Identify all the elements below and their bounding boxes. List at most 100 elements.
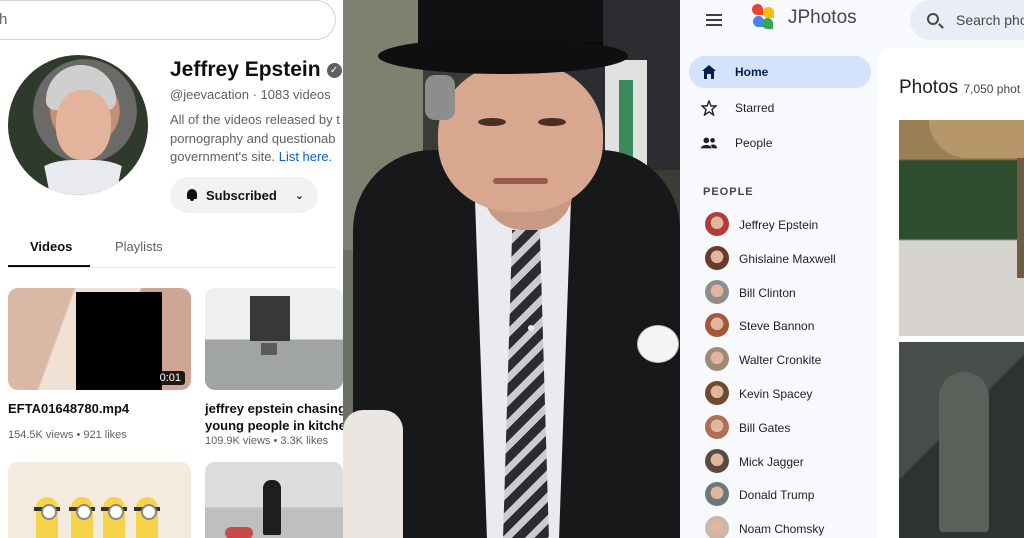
search-text: h — [0, 11, 8, 28]
subscribed-label: Subscribed — [206, 187, 277, 203]
thumbnail-detail — [250, 296, 290, 341]
people-icon — [701, 137, 717, 149]
chevron-down-icon: ⌄ — [294, 189, 305, 202]
person-name: Noam Chomsky — [739, 522, 825, 536]
photo-enclosure-badge — [637, 325, 679, 363]
search-icon — [927, 13, 939, 25]
photo-background-figure — [619, 80, 633, 160]
person-name: Jeffrey Epstein — [739, 218, 819, 232]
desc-line: All of the videos released by t — [170, 112, 340, 127]
photos-count: 7,050 phot — [963, 82, 1021, 96]
video-thumbnail[interactable] — [8, 462, 191, 538]
photo-detail — [1017, 158, 1024, 278]
video-stats: 109.9K views • 3.3K likes — [205, 435, 329, 447]
channel-name: Jeffrey Epstein ✓ — [170, 58, 342, 82]
bell-icon — [186, 189, 198, 201]
tab-videos[interactable]: Videos — [30, 239, 72, 254]
portrait-photo — [343, 0, 680, 538]
channel-description[interactable]: All of the videos released by t pornogra… — [170, 111, 340, 167]
video-thumbnail[interactable]: 0:01 — [8, 288, 191, 390]
video-thumbnail[interactable] — [205, 288, 343, 390]
desc-line: pornography and questionab — [170, 130, 336, 146]
avatar — [705, 347, 729, 371]
nav-label: People — [735, 136, 773, 150]
screenshot-collage: h Jeffrey Epstein ✓ @jeevacation · 1083 v… — [0, 0, 1024, 538]
photos-content: Photos 7,050 phot — [877, 48, 1024, 538]
person-name: Bill Gates — [739, 421, 791, 435]
avatar — [705, 516, 729, 538]
photo-tile[interactable] — [899, 120, 1024, 336]
tab-playlists[interactable]: Playlists — [115, 239, 163, 254]
people-section-heading: PEOPLE — [703, 186, 754, 198]
nav-starred[interactable]: Starred — [689, 92, 871, 124]
jphotos-logo-icon — [752, 4, 774, 30]
photo-hat-brim — [378, 38, 628, 74]
avatar-shirt — [43, 160, 123, 195]
verified-icon: ✓ — [326, 63, 342, 78]
list-link[interactable]: List here. — [279, 149, 332, 164]
person-name: Kevin Spacey — [739, 387, 813, 401]
photo-head — [438, 62, 603, 212]
video-thumbnail[interactable] — [205, 462, 343, 538]
star-icon — [701, 100, 717, 116]
video-title-line: jeffrey epstein chasing — [205, 401, 343, 416]
active-tab-indicator — [8, 265, 90, 267]
redaction-box — [76, 292, 162, 390]
person-name: Donald Trump — [739, 488, 815, 502]
video-title-line: young people in kitche — [205, 418, 343, 433]
video-channel-panel: h Jeffrey Epstein ✓ @jeevacation · 1083 v… — [0, 0, 343, 538]
video-duration: 0:01 — [155, 371, 185, 385]
channel-meta: @jeevacation · 1083 videos — [170, 87, 331, 102]
subscribed-button[interactable]: Subscribed ⌄ — [170, 177, 318, 213]
home-icon — [702, 65, 716, 79]
nav-people[interactable]: People — [689, 127, 871, 159]
person-name: Steve Bannon — [739, 319, 815, 333]
person-name: Ghislaine Maxwell — [739, 252, 836, 266]
avatar — [705, 381, 729, 405]
minion-figure — [134, 497, 160, 538]
avatar — [705, 212, 729, 236]
minion-figure — [34, 497, 60, 538]
photos-title: Photos 7,050 phot — [899, 77, 1020, 99]
photo-eye — [478, 118, 506, 126]
minion-figure — [101, 497, 127, 538]
photos-search-input[interactable]: Search pho — [910, 0, 1024, 40]
channel-tabs: Videos Playlists — [8, 232, 335, 268]
search-placeholder: Search pho — [956, 12, 1024, 28]
thumbnail-detail — [261, 343, 277, 355]
app-name: JPhotos — [788, 7, 857, 28]
avatar — [705, 280, 729, 304]
menu-icon[interactable] — [706, 14, 722, 26]
video-title[interactable]: EFTA01648780.mp4 — [8, 400, 129, 417]
avatar — [705, 313, 729, 337]
video-stats: 154.5K views • 921 likes — [8, 429, 127, 441]
photos-app-panel: JPhotos Search pho Home Starred People P… — [680, 0, 1024, 538]
desc-line: government's site. List here. — [170, 149, 333, 164]
photo-mouth — [493, 178, 548, 184]
avatar — [705, 415, 729, 439]
minion-figure — [69, 497, 95, 538]
photo-tile[interactable] — [899, 342, 1024, 538]
person-name: Walter Cronkite — [739, 353, 822, 367]
channel-name-text: Jeffrey Epstein — [170, 58, 321, 81]
channel-avatar[interactable] — [8, 55, 148, 195]
photo-eye — [538, 118, 566, 126]
photo-detail — [939, 372, 989, 532]
person-name: Bill Clinton — [739, 286, 796, 300]
photo-detail — [929, 120, 1024, 158]
thumbnail-detail — [225, 527, 253, 538]
avatar — [705, 482, 729, 506]
avatar-face — [56, 90, 111, 160]
avatar — [705, 449, 729, 473]
photos-title-text: Photos — [899, 77, 959, 98]
thumbnail-detail — [263, 480, 281, 535]
avatar — [705, 246, 729, 270]
video-title[interactable]: jeffrey epstein chasing young people in … — [205, 400, 343, 434]
photo-hair — [425, 75, 455, 120]
photo-tie-pin — [528, 325, 534, 331]
search-input[interactable]: h — [0, 0, 336, 40]
nav-label: Home — [735, 65, 769, 79]
photo-foreground-blur — [343, 410, 403, 538]
nav-label: Starred — [735, 101, 775, 115]
nav-home[interactable]: Home — [689, 56, 871, 88]
